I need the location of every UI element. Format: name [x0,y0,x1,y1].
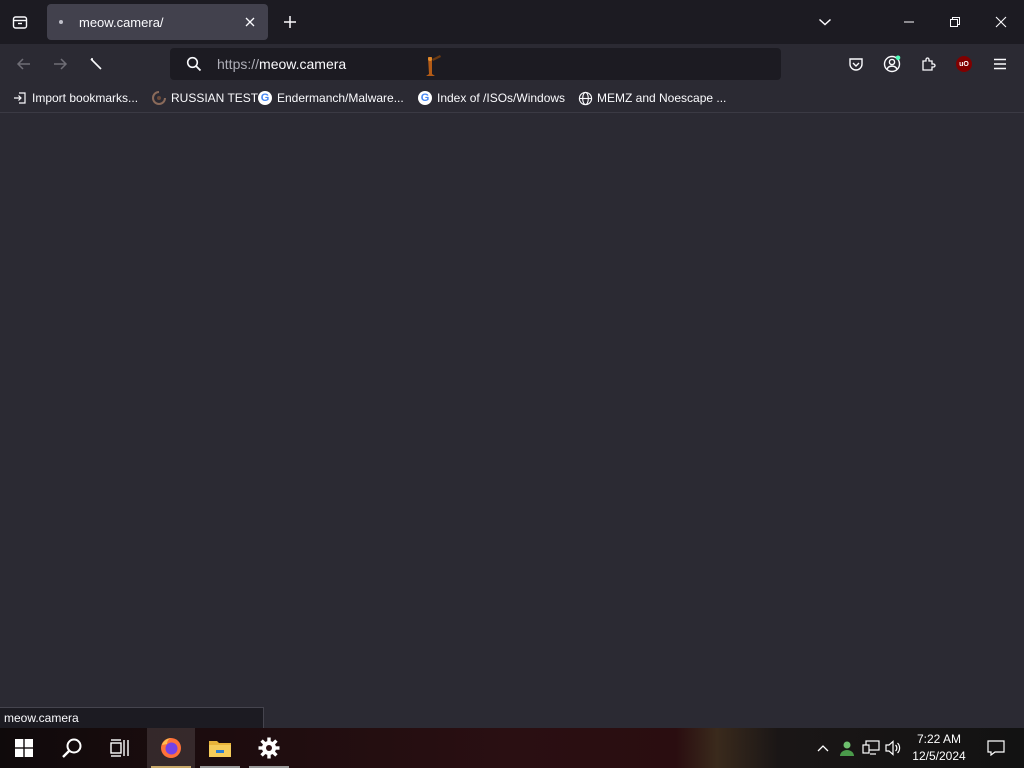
import-icon [12,90,28,106]
close-window-button[interactable] [978,0,1024,44]
restore-icon [950,17,960,27]
search-icon [62,738,82,758]
bookmark-label: Index of /ISOs/Windows [437,91,566,105]
restore-button[interactable] [932,0,978,44]
taskbar-file-explorer[interactable] [196,728,244,768]
bookmark-russian-test[interactable]: RUSSIAN TEST [151,88,258,108]
new-tab-button[interactable] [276,8,304,36]
taskbar-search-button[interactable] [48,728,96,768]
action-center-button[interactable] [976,728,1016,768]
taskbar-firefox[interactable] [147,728,195,768]
minimize-button[interactable] [886,0,932,44]
start-button[interactable] [0,728,48,768]
user-tray-button[interactable] [837,738,857,758]
taskbar-clock[interactable]: 7:22 AM 12/5/2024 [906,731,972,765]
bookmark-import[interactable]: Import bookmarks... [12,88,138,108]
pocket-icon [849,58,863,71]
gear-icon [258,737,280,759]
favicon-icon [151,90,167,106]
tab-strip: meow.camera/ [0,0,1024,44]
bookmark-label: RUSSIAN TEST [171,91,259,105]
list-all-tabs-button[interactable] [802,0,848,44]
page-content-area[interactable] [0,113,1024,728]
clock-time: 7:22 AM [916,732,962,746]
extensions-button[interactable] [914,50,942,78]
puzzle-icon [922,57,936,71]
bookmark-index-isos-windows[interactable]: G Index of /ISOs/Windows [417,88,565,108]
ublock-origin-button[interactable]: uO [950,50,978,78]
loading-dot-icon [59,20,63,24]
google-icon: G [417,90,433,106]
firefox-icon [161,738,181,758]
arrow-right-icon [54,58,68,70]
chevron-up-icon [817,745,829,752]
bookmarks-toolbar: Import bookmarks... RUSSIAN TEST G Ender… [0,84,1024,113]
chevron-down-icon [818,18,832,26]
clock-date: 12/5/2024 [912,749,966,763]
arrow-left-icon [16,58,30,70]
taskbar-settings[interactable] [245,728,293,768]
tab-title: meow.camera/ [79,14,164,30]
plus-icon [284,16,296,28]
user-icon [840,741,854,756]
url-bar[interactable]: https://meow.camera [170,48,781,80]
pocket-button[interactable] [842,50,870,78]
close-icon [245,17,255,27]
google-icon: G [257,90,273,106]
globe-icon [577,90,593,106]
notification-icon [987,740,1005,756]
file-explorer-icon [209,741,231,757]
start-icon [15,739,33,757]
minimize-icon [904,21,914,23]
bookmark-endermanch-malware[interactable]: G Endermanch/Malware... [257,88,404,108]
speaker-icon [885,740,901,756]
hamburger-menu-icon [994,58,1006,70]
stop-loading-button[interactable] [80,48,112,80]
tab-meow-camera[interactable]: meow.camera/ [47,4,268,40]
mouse-cursor-icon [422,54,444,81]
account-icon [883,55,901,73]
close-icon [995,16,1007,28]
tab-close-button[interactable] [238,10,262,34]
url-scheme: https:// [217,56,260,72]
app-menu-button[interactable] [986,50,1014,78]
show-hidden-icons-button[interactable] [813,738,833,758]
search-icon [178,56,210,72]
network-tray-button[interactable] [861,738,881,758]
firefox-view-button[interactable] [4,6,36,38]
back-button[interactable] [8,48,40,80]
navigation-toolbar: https://meow.camera uO [0,44,1024,84]
network-icon [862,740,880,755]
bookmark-label: Endermanch/Malware... [277,91,404,105]
windows-taskbar: 7:22 AM 12/5/2024 [0,728,1024,768]
bookmark-memz-noescape[interactable]: MEMZ and Noescape ... [577,88,726,108]
task-view-button[interactable] [96,728,144,768]
status-panel: meow.camera [0,707,264,729]
task-view-icon [110,739,129,757]
forward-button[interactable] [44,48,76,80]
ublock-origin-icon: uO [956,56,972,72]
stop-icon [90,58,102,70]
volume-tray-button[interactable] [884,738,904,758]
account-button[interactable] [878,50,906,78]
url-host: meow.camera [259,56,347,72]
bookmark-label: MEMZ and Noescape ... [597,91,727,105]
firefox-view-icon [12,16,28,29]
bookmark-label: Import bookmarks... [32,91,139,105]
